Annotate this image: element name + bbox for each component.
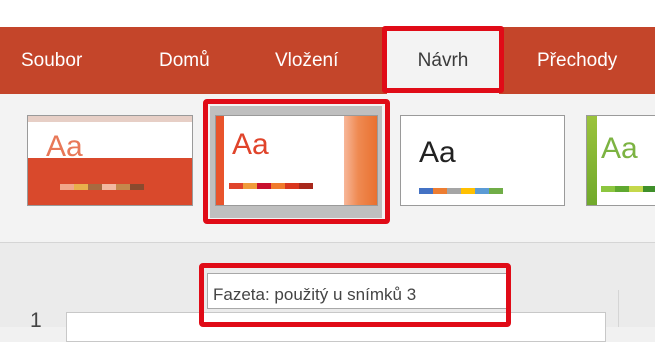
slide-thumbnail-1[interactable] [66, 312, 606, 342]
slide-number: 1 [30, 309, 42, 332]
theme-facet-shape [344, 116, 377, 205]
tab-soubor[interactable]: Soubor [21, 27, 82, 94]
theme-sample-text: Aa [601, 132, 638, 165]
pane-splitter[interactable] [618, 290, 619, 327]
theme-sample-text: Aa [46, 130, 83, 163]
tooltip-text: Fazeta: použitý u snímků 3 [213, 285, 417, 304]
theme-sample-text: Aa [232, 128, 269, 161]
theme-thumbnail-4[interactable]: Aa [586, 115, 655, 206]
tab-domu[interactable]: Domů [159, 27, 210, 94]
theme-sample-text: Aa [419, 136, 456, 169]
theme-color-bar [419, 188, 503, 194]
tab-navrh[interactable]: Návrh [387, 27, 499, 94]
theme-thumbnail-3[interactable]: Aa [400, 115, 565, 206]
theme-band [28, 158, 192, 205]
theme-top-stripe [28, 116, 192, 122]
theme-thumbnail-1[interactable]: Aa [27, 115, 193, 206]
theme-color-bar [601, 186, 655, 192]
theme-thumbnail-fazeta[interactable]: Aa [215, 115, 378, 206]
title-bar-strip [0, 0, 655, 27]
theme-left-edge [216, 116, 224, 205]
tab-prechody[interactable]: Přechody [537, 27, 617, 94]
theme-color-bar [60, 184, 144, 190]
theme-left-edge [587, 116, 597, 205]
theme-color-bar [229, 183, 313, 189]
tab-vlozeni[interactable]: Vložení [275, 27, 338, 94]
